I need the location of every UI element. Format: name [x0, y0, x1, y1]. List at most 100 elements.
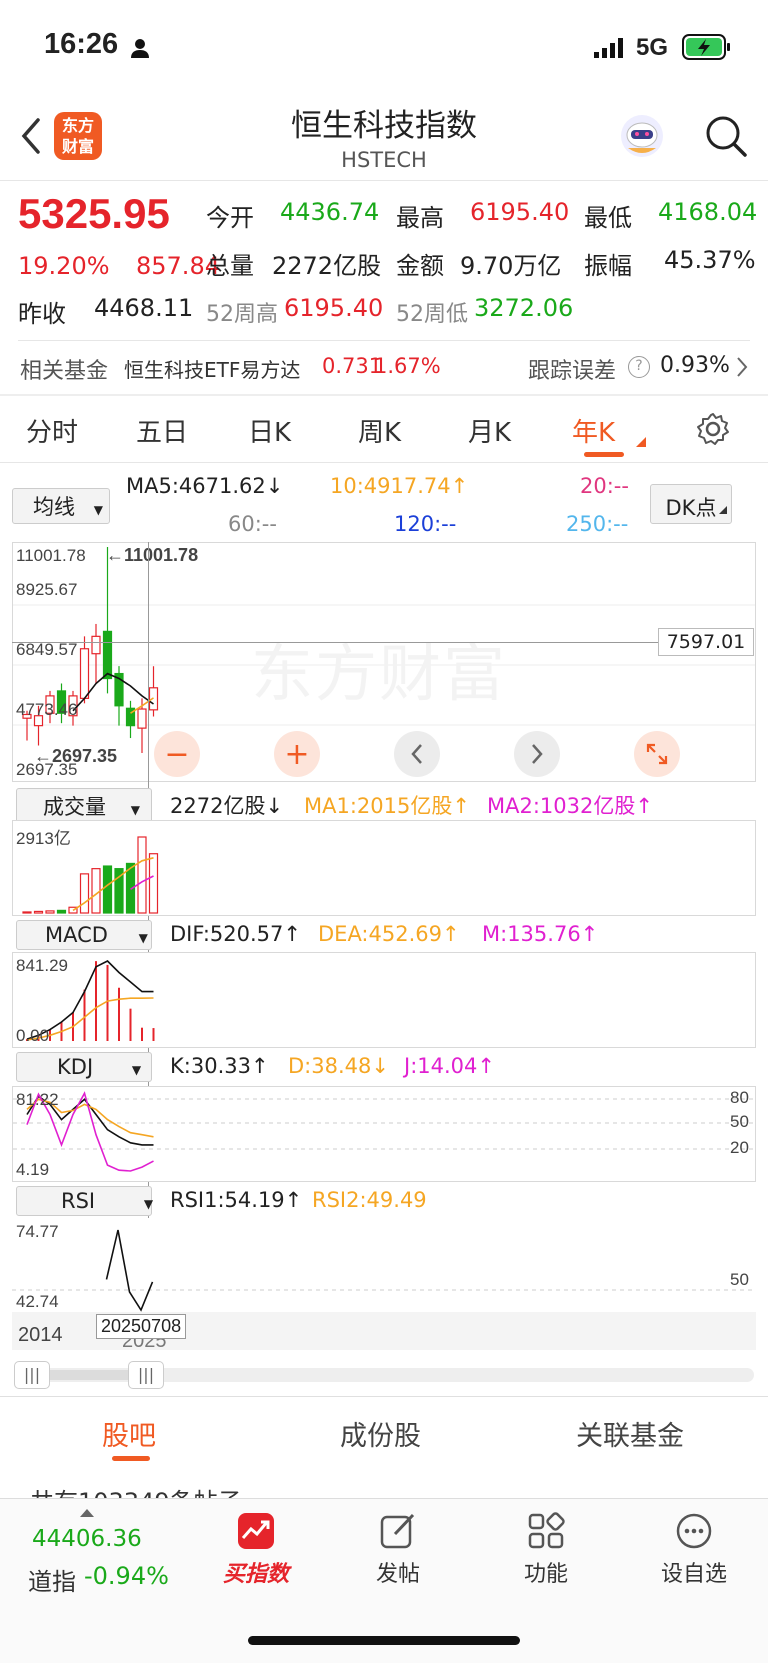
network-label: 5G: [636, 34, 669, 61]
nav-buy-index-label: 买指数: [222, 1562, 289, 1587]
macd-axis-max: 841.29: [16, 956, 68, 975]
dk-point-label: DK点: [665, 496, 717, 520]
volume-selector[interactable]: 成交量 ▼: [16, 788, 152, 824]
volume-current: 2272亿股↓: [170, 794, 284, 818]
macd-selector[interactable]: MACD ▼: [16, 920, 152, 950]
rsi-selector[interactable]: RSI ▼: [16, 1186, 154, 1216]
chevron-left-icon: [411, 744, 422, 764]
macd-dif: DIF:520.57↑: [170, 922, 301, 946]
tracking-error-value: 0.93%: [660, 353, 730, 378]
corner-triangle-icon: [719, 495, 727, 519]
dropdown-triangle-icon: ▼: [93, 503, 103, 517]
open-label: 今开: [206, 204, 254, 232]
scroll-left-button[interactable]: [394, 731, 440, 777]
scroll-right-button[interactable]: [514, 731, 560, 777]
rsi-axis-max: 74.77: [16, 1222, 59, 1241]
kdj-ref-80: 80: [730, 1088, 749, 1107]
cursor-date-tag: 20250708: [96, 1314, 187, 1339]
macd-axis-min: 0.00: [16, 1026, 50, 1045]
tab-five-day[interactable]: 五日: [136, 412, 188, 449]
fullscreen-button[interactable]: [634, 731, 680, 777]
cursor-hline: [12, 642, 658, 643]
tab-monthly-k[interactable]: 月K: [468, 412, 511, 449]
kdj-chart: [13, 1091, 755, 1172]
dk-point-button[interactable]: DK点: [650, 484, 732, 524]
fund-label: 相关基金: [20, 359, 109, 384]
w52-high-value: 6195.40: [284, 294, 384, 322]
amount-value: 9.70万亿: [460, 252, 562, 280]
header-divider: [0, 180, 768, 181]
tab-weekly-k[interactable]: 周K: [358, 412, 401, 449]
rsi1-line: [105, 1229, 154, 1312]
volume-panel: [12, 820, 756, 916]
volume-axis-max: 2913亿: [16, 829, 71, 848]
low-label: 最低: [584, 204, 632, 232]
related-fund-row[interactable]: 相关基金 恒生科技ETF易方达 0.731 1.67% 跟踪误差 ? 0.93%: [0, 340, 768, 392]
macd-chart: [26, 960, 155, 1041]
volume-bar: [91, 868, 101, 914]
tab-stock-forum[interactable]: 股吧: [102, 1414, 156, 1453]
chart-settings-gear-icon[interactable]: [696, 412, 730, 450]
rsi-axis-min: 42.74: [16, 1292, 59, 1311]
ma-selector-label: 均线: [33, 495, 75, 519]
price-tick-4: 4773.46: [16, 700, 78, 719]
macd-m: M:135.76↑: [482, 922, 599, 946]
zoom-in-button[interactable]: +: [274, 731, 320, 777]
ma20-value: 20:--: [580, 474, 629, 498]
chevron-right-icon: [532, 744, 543, 764]
expand-icon: [646, 743, 668, 765]
tab-daily-k[interactable]: 日K: [248, 412, 291, 449]
kdj-ref-50: 50: [730, 1112, 749, 1131]
nav-watchlist-label: 设自选: [660, 1562, 727, 1587]
posts-count: 共有103349条帖子: [30, 1482, 242, 1498]
volume-value: 2272亿股: [272, 252, 382, 280]
tab-yearly-k[interactable]: 年K: [572, 412, 615, 449]
volume-ma2: MA2:1032亿股↑: [487, 794, 653, 818]
range-handle-left[interactable]: |||: [14, 1361, 50, 1389]
help-icon[interactable]: ?: [628, 356, 650, 378]
dow-index-widget[interactable]: 44406.36 道指 -0.94%: [20, 1520, 190, 1596]
high-label: 最高: [396, 204, 444, 232]
tab-related-funds[interactable]: 关联基金: [576, 1414, 684, 1453]
nav-watchlist[interactable]: 设自选: [644, 1512, 744, 1588]
current-price: 5325.95: [18, 190, 170, 237]
robot-avatar-icon[interactable]: [618, 112, 666, 164]
kdj-j: J:14.04↑: [404, 1054, 495, 1078]
tabs-divider: [0, 462, 768, 463]
kdj-axis-min: 4.19: [16, 1160, 50, 1179]
signal-icon: [594, 38, 626, 62]
volume-bar: [22, 911, 32, 914]
nav-buy-index[interactable]: 买指数: [206, 1512, 306, 1588]
volume-bar: [33, 910, 44, 914]
footer-up-arrow-icon: [80, 1502, 94, 1521]
person-icon: [130, 38, 150, 62]
search-icon[interactable]: [704, 114, 748, 162]
kdj-selector[interactable]: KDJ ▼: [16, 1052, 152, 1082]
dropdown-triangle-icon: ▼: [143, 1197, 154, 1211]
candle-body: [137, 708, 147, 729]
tab-constituents[interactable]: 成份股: [340, 1414, 421, 1453]
rsi2-value: RSI2:49.49: [312, 1188, 427, 1212]
home-indicator: [248, 1636, 520, 1645]
nav-functions[interactable]: 功能: [496, 1512, 596, 1588]
tab-dropdown-triangle-icon: [636, 432, 646, 451]
zoom-out-button[interactable]: −: [154, 731, 200, 777]
min-price-marker: ←2697.35: [34, 746, 118, 766]
rsi-ref-50: 50: [730, 1270, 749, 1289]
price-tick-2: 8925.67: [16, 580, 78, 599]
ma-selector[interactable]: 均线 ▼: [12, 488, 110, 524]
kdj-panel: [12, 1086, 756, 1182]
dropdown-triangle-icon: ▼: [138, 931, 148, 945]
range-handle-right[interactable]: |||: [128, 1361, 164, 1389]
edit-icon: [380, 1513, 415, 1549]
ma60-value: 60:--: [228, 512, 277, 536]
macd-panel: [12, 952, 756, 1048]
tab-intraday[interactable]: 分时: [26, 412, 78, 449]
nav-post[interactable]: 发帖: [348, 1512, 448, 1588]
open-value: 4436.74: [280, 198, 380, 226]
trend-chart-icon: [238, 1513, 274, 1549]
tracking-error-label: 跟踪误差: [528, 359, 617, 384]
chart-watermark: 东方财富: [251, 637, 508, 710]
status-time: 16:26: [44, 28, 119, 60]
cursor-price: 7597.01: [666, 631, 746, 653]
